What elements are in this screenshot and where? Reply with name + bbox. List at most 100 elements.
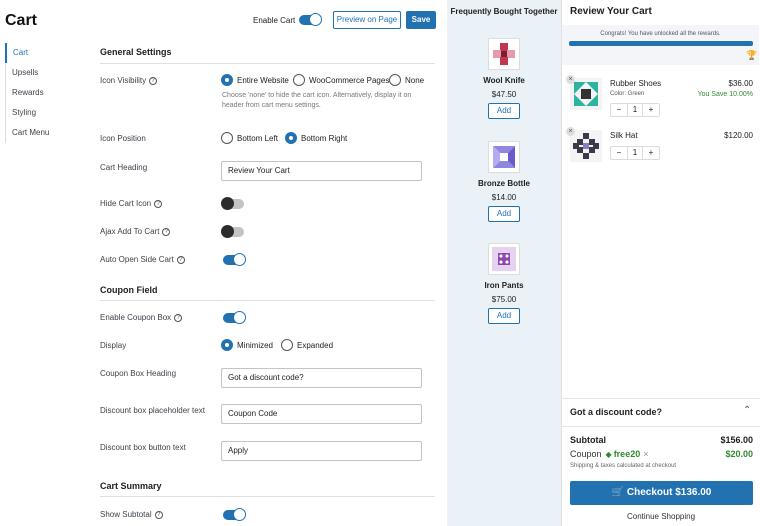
product-image[interactable] (488, 141, 520, 173)
help-icon[interactable]: ? (154, 199, 163, 208)
sidebar-item-rewards[interactable]: Rewards (6, 83, 87, 103)
discount-placeholder-label: Discount box placeholder text (100, 406, 205, 415)
general-settings-heading: General Settings (100, 47, 172, 57)
cart-item-name[interactable]: Rubber Shoes (610, 79, 661, 88)
enable-cart-toggle[interactable] (299, 13, 322, 26)
enable-cart-label: Enable Cart (253, 16, 296, 25)
ajax-add-to-cart-toggle[interactable] (221, 225, 244, 238)
quantity-stepper[interactable]: −1 + (610, 146, 660, 160)
radio-icon (293, 74, 305, 86)
cart-item-image (570, 78, 602, 110)
discount-button-text-label: Discount box button text (100, 443, 186, 452)
help-icon[interactable]: ? (174, 313, 183, 322)
divider (100, 496, 435, 497)
continue-shopping-link[interactable]: Continue Shopping (562, 512, 760, 521)
cart-item-image (570, 130, 602, 162)
qty-minus-button[interactable]: − (611, 147, 627, 159)
settings-sidebar: Cart Upsells Rewards Styling Cart Menu (5, 43, 87, 143)
cart-heading-label: Cart Heading (100, 163, 148, 172)
product-price: $75.00 (491, 295, 517, 304)
radio-woocommerce-pages[interactable]: WooCommerce Pages (293, 74, 389, 86)
cart-summary-heading: Cart Summary (100, 481, 162, 491)
radio-selected-icon (221, 339, 233, 351)
coupon-code: free20 (613, 449, 641, 459)
qty-plus-button[interactable]: + (643, 147, 659, 159)
coupon-field-heading: Coupon Field (100, 285, 158, 295)
product-name[interactable]: Bronze Bottle (447, 179, 561, 188)
add-button[interactable]: Add (488, 206, 520, 222)
sidebar-item-styling[interactable]: Styling (6, 103, 87, 123)
preview-on-page-button[interactable]: Preview on Page (333, 11, 401, 29)
save-button[interactable]: Save (406, 11, 436, 29)
qty-value[interactable]: 1 (627, 147, 643, 159)
cart-heading-input[interactable]: Review Your Cart (221, 161, 422, 181)
remove-coupon-icon[interactable]: × (643, 449, 648, 459)
add-button[interactable]: Add (488, 103, 520, 119)
show-subtotal-toggle[interactable] (223, 508, 246, 521)
tag-icon: ◆ (605, 449, 612, 459)
cart-item-name[interactable]: Silk Hat (610, 131, 638, 140)
help-icon[interactable]: ? (154, 510, 163, 519)
fbt-product: Bronze Bottle $14.00 Add (447, 141, 561, 222)
cart-footer (562, 398, 760, 526)
product-name[interactable]: Wool Knife (447, 76, 561, 85)
coupon-box-heading-label: Coupon Box Heading (100, 369, 177, 378)
qty-plus-button[interactable]: + (643, 104, 659, 116)
checkout-button[interactable]: 🛒 Checkout $136.00 (570, 481, 753, 505)
radio-none[interactable]: None (389, 74, 424, 86)
radio-selected-icon (221, 74, 233, 86)
coupon-row: Coupon ◆ free20 × (570, 449, 648, 459)
fbt-product: Wool Knife $47.50 Add (447, 38, 561, 119)
divider (100, 300, 435, 301)
radio-icon (281, 339, 293, 351)
cart-item-variant: Color: Green (610, 91, 645, 97)
radio-icon (221, 132, 233, 144)
hide-cart-icon-toggle[interactable] (221, 197, 244, 210)
cart-title: Review Your Cart (570, 6, 652, 17)
enable-coupon-box-toggle[interactable] (223, 311, 246, 324)
radio-bottom-right[interactable]: Bottom Right (285, 132, 347, 144)
remove-item-icon[interactable]: × (566, 127, 575, 136)
chevron-up-icon[interactable]: ⌃ (743, 405, 751, 416)
sidebar-item-cart-menu[interactable]: Cart Menu (6, 123, 87, 143)
qty-minus-button[interactable]: − (611, 104, 627, 116)
ajax-add-to-cart-label: Ajax Add To Cart? (100, 227, 171, 236)
discount-placeholder-input[interactable]: Coupon Code (221, 404, 422, 424)
discount-button-text-input[interactable]: Apply (221, 441, 422, 461)
sidebar-item-upsells[interactable]: Upsells (6, 63, 87, 83)
qty-value[interactable]: 1 (627, 104, 643, 116)
radio-minimized[interactable]: Minimized (221, 339, 273, 351)
cart-item-price: $36.00 (728, 79, 753, 88)
cart-icon: 🛒 (611, 487, 627, 498)
product-name[interactable]: Iron Pants (447, 281, 561, 290)
icon-position-label: Icon Position (100, 134, 146, 143)
product-image[interactable] (488, 243, 520, 275)
help-icon[interactable]: ? (162, 227, 171, 236)
add-button[interactable]: Add (488, 308, 520, 324)
fbt-product: Iron Pants $75.00 Add (447, 243, 561, 324)
coupon-box-heading-input[interactable]: Got a discount code? (221, 368, 422, 388)
auto-open-side-cart-label: Auto Open Side Cart? (100, 255, 185, 264)
icon-visibility-label: Icon Visibility? (100, 76, 158, 85)
enable-coupon-box-label: Enable Coupon Box? (100, 313, 183, 322)
subtotal-value: $156.00 (720, 435, 753, 445)
divider (100, 63, 435, 64)
discount-code-toggle[interactable]: Got a discount code? (570, 407, 662, 417)
reward-message: Congrats! You have unlocked all the rewa… (600, 31, 721, 37)
icon-visibility-hint: Choose 'none' to hide the cart icon. Alt… (222, 92, 412, 109)
trophy-icon: 🏆 (746, 50, 758, 60)
remove-item-icon[interactable]: × (566, 75, 575, 84)
product-price: $14.00 (491, 193, 517, 202)
product-image[interactable] (488, 38, 520, 70)
cart-item-savings: You Save 10.00% (697, 91, 753, 98)
help-icon[interactable]: ? (176, 255, 185, 264)
radio-bottom-left[interactable]: Bottom Left (221, 132, 278, 144)
radio-entire-website[interactable]: Entire Website (221, 74, 289, 86)
sidebar-item-cart[interactable]: Cart (5, 43, 87, 63)
auto-open-side-cart-toggle[interactable] (223, 253, 246, 266)
divider (562, 426, 760, 427)
radio-expanded[interactable]: Expanded (281, 339, 333, 351)
fbt-title: Frequently Bought Together (450, 7, 558, 16)
help-icon[interactable]: ? (149, 76, 158, 85)
quantity-stepper[interactable]: −1 + (610, 103, 660, 117)
